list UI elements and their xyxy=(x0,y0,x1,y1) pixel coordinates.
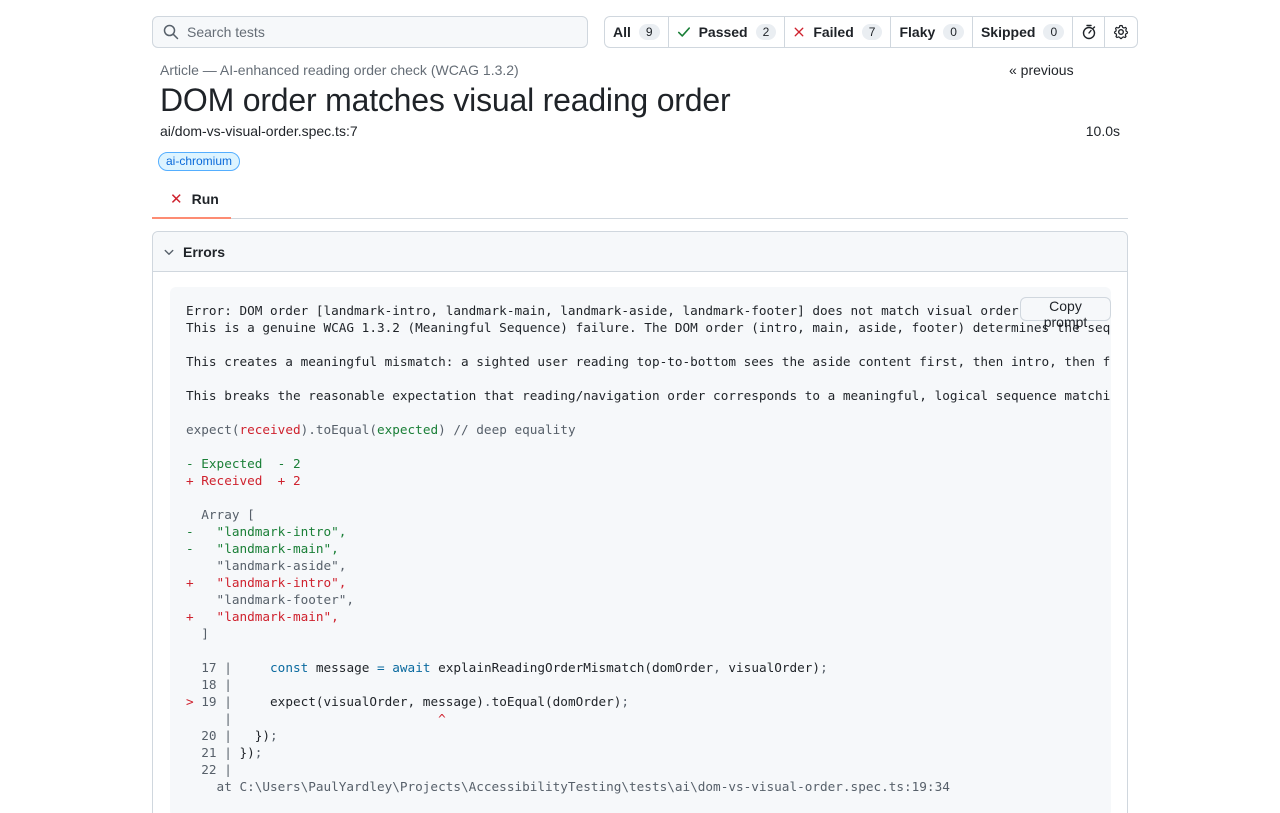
error-line: This breaks the reasonable expectation t… xyxy=(186,388,1111,403)
errors-header[interactable]: Errors xyxy=(153,232,1127,272)
chevron-down-icon xyxy=(164,249,174,255)
status-filter-bar: All 9 Passed 2 Failed 7 Flaky 0 Skipped … xyxy=(604,16,1139,48)
gear-icon xyxy=(1114,24,1129,40)
project-tag[interactable]: ai-chromium xyxy=(158,152,241,171)
x-icon xyxy=(793,26,805,38)
test-location: ai/dom-vs-visual-order.spec.ts:7 xyxy=(160,123,358,139)
filter-count: 0 xyxy=(943,24,964,40)
suite-breadcrumb: Article — AI-enhanced reading order chec… xyxy=(160,62,519,78)
array-close: ] xyxy=(186,626,209,641)
array-open: Array [ xyxy=(186,507,255,522)
code-line-19: > 19 | expect(visualOrder, message).toEq… xyxy=(186,694,630,709)
received-summary: + Received + 2 xyxy=(186,473,301,488)
filter-label: Failed xyxy=(813,24,854,40)
filter-label: Flaky xyxy=(899,24,936,40)
error-line: This creates a meaningful mismatch: a si… xyxy=(186,354,1111,369)
search-icon xyxy=(163,24,179,40)
tab-run[interactable]: ✕ Run xyxy=(152,181,231,219)
filter-count: 7 xyxy=(861,24,883,40)
x-icon: ✕ xyxy=(170,191,183,208)
filter-label: Skipped xyxy=(980,24,1036,40)
diff-line-added: + "landmark-main", xyxy=(186,609,339,624)
filter-all[interactable]: All 9 xyxy=(605,17,669,47)
error-line: This is a genuine WCAG 1.3.2 (Meaningful… xyxy=(186,320,1111,335)
diff-line-removed: - "landmark-intro", xyxy=(186,524,347,539)
stack-location: at C:\Users\PaulYardley\Projects\Accessi… xyxy=(186,779,950,794)
test-duration: 10.0s xyxy=(1085,123,1120,139)
run-tabs: ✕ Run xyxy=(152,181,1128,219)
copy-prompt-button[interactable]: Copy prompt xyxy=(1020,297,1111,330)
errors-panel: Errors Copy prompt Error: DOM order [lan… xyxy=(152,231,1128,813)
diff-line-unchanged: "landmark-aside", xyxy=(186,558,347,573)
error-line: Error: DOM order [landmark-intro, landma… xyxy=(186,303,1111,318)
diff-line-removed: - "landmark-main", xyxy=(186,541,339,556)
tab-label: Run xyxy=(191,191,219,207)
filter-count: 0 xyxy=(1043,24,1065,40)
code-line-21: 21 | }); xyxy=(186,745,263,760)
filter-passed[interactable]: Passed 2 xyxy=(669,17,786,47)
page-title: DOM order matches visual reading order xyxy=(160,82,731,118)
previous-link[interactable]: « previous xyxy=(1009,62,1074,78)
filter-skipped[interactable]: Skipped 0 xyxy=(973,17,1074,47)
stopwatch-icon xyxy=(1082,24,1095,40)
filter-flaky[interactable]: Flaky 0 xyxy=(891,17,973,47)
filter-count: 2 xyxy=(755,24,777,40)
code-line-22: 22 | xyxy=(186,762,232,777)
speedboard-button[interactable] xyxy=(1073,17,1106,47)
search-box[interactable] xyxy=(152,16,588,48)
error-text: Error: DOM order [landmark-intro, landma… xyxy=(186,302,1111,795)
filter-failed[interactable]: Failed 7 xyxy=(785,17,892,47)
diff-line-unchanged: "landmark-footer", xyxy=(186,592,355,607)
code-line-18: 18 | xyxy=(186,677,232,692)
check-icon xyxy=(677,25,691,39)
error-message-box: Copy prompt Error: DOM order [landmark-i… xyxy=(170,287,1111,813)
expect-call: expect(received).toEqual(expected) // de… xyxy=(186,422,576,437)
expected-summary: - Expected - 2 xyxy=(186,456,301,471)
code-line-20: 20 | }); xyxy=(186,728,278,743)
filter-label: All xyxy=(613,24,631,40)
caret-line: | ^ xyxy=(186,711,446,726)
search-input[interactable] xyxy=(187,24,567,40)
code-line-17: 17 | const message = await explainReadin… xyxy=(186,660,828,675)
filter-label: Passed xyxy=(698,24,748,40)
errors-heading: Errors xyxy=(183,243,226,260)
diff-line-added: + "landmark-intro", xyxy=(186,575,347,590)
settings-button[interactable] xyxy=(1105,17,1137,47)
filter-count: 9 xyxy=(638,24,660,40)
